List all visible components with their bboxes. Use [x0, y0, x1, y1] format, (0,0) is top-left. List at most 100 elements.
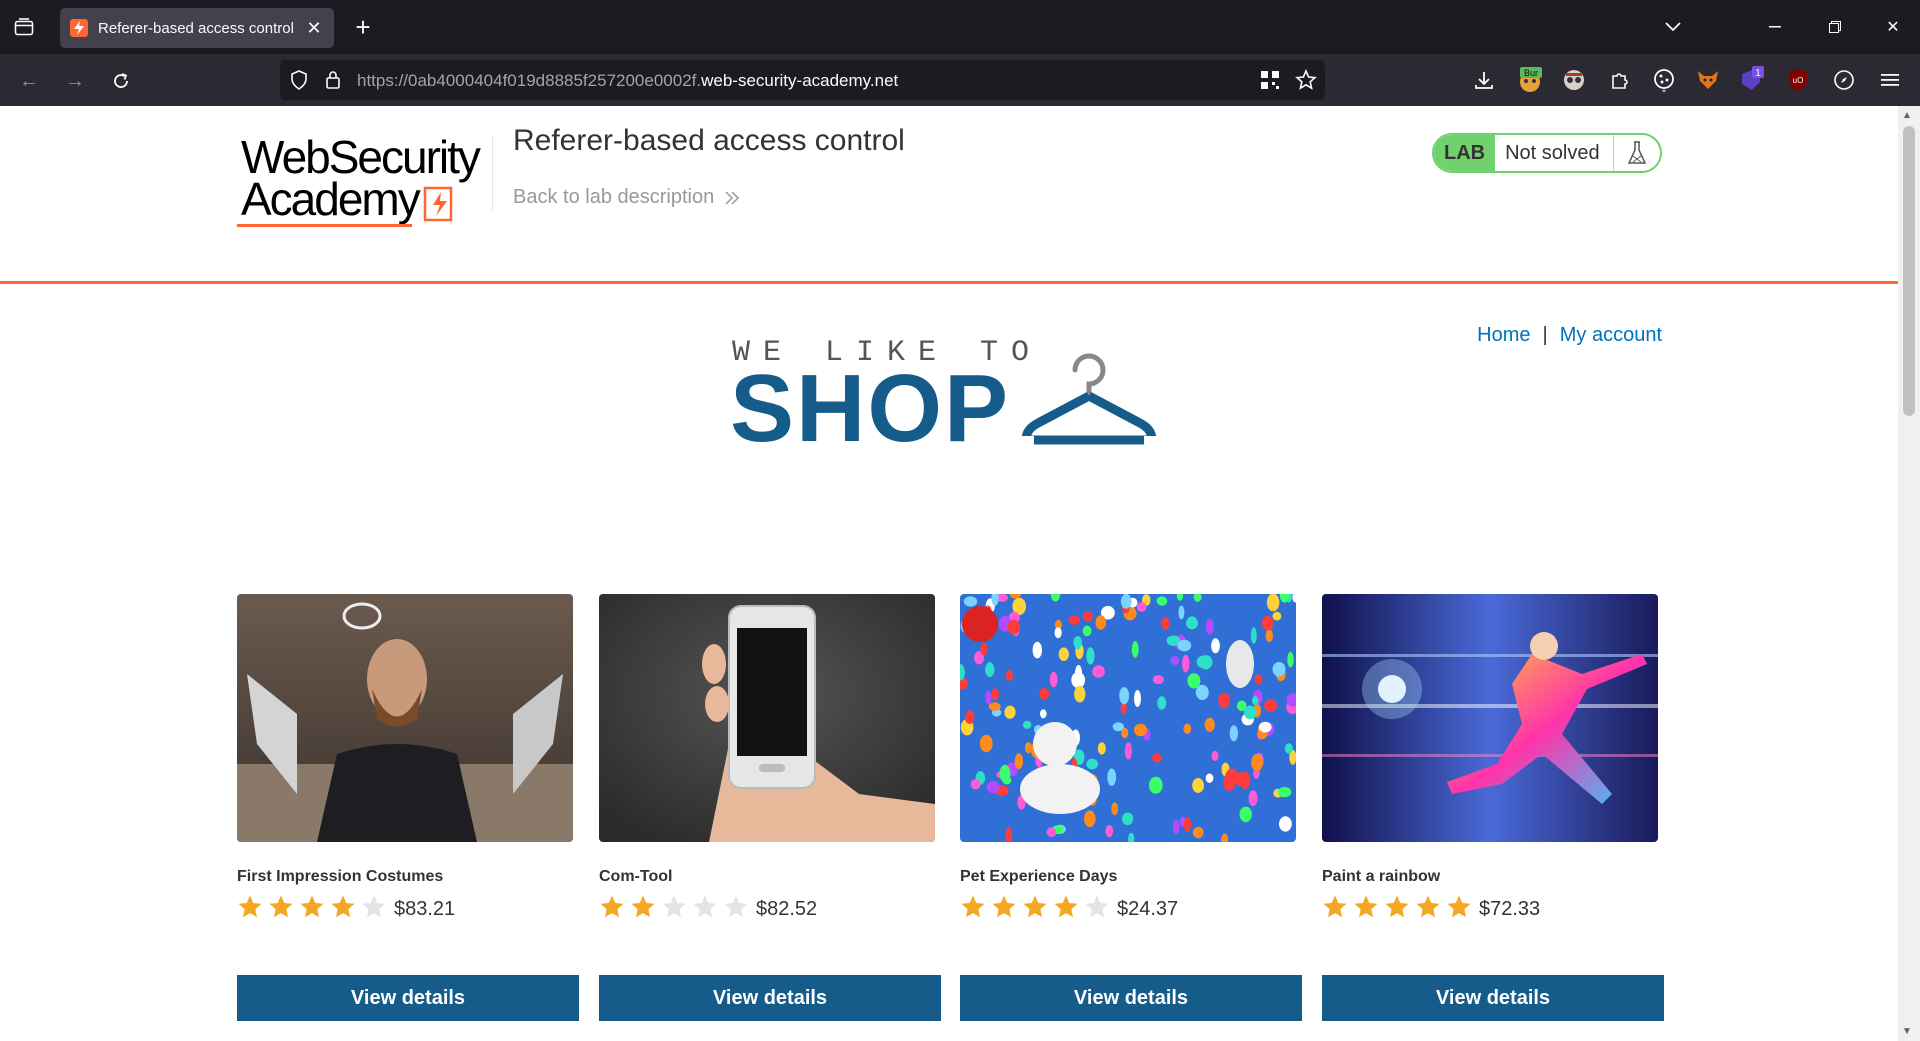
- incognito-extension-icon[interactable]: [1560, 66, 1588, 94]
- lab-status-text: Not solved: [1495, 135, 1614, 171]
- forward-arrow-icon[interactable]: →: [60, 66, 90, 96]
- scroll-up-icon[interactable]: ▲: [1902, 110, 1912, 121]
- star-filled-icon: [1354, 895, 1378, 918]
- star-filled-icon: [1385, 895, 1409, 918]
- product-image-smartphone: [599, 594, 935, 842]
- browser-tab-bar: Referer-based access control ✕ + ✕: [0, 0, 1920, 54]
- menu-hamburger-icon[interactable]: [1876, 66, 1904, 94]
- scroll-thumb[interactable]: [1903, 126, 1915, 416]
- restore-icon[interactable]: [1820, 14, 1850, 40]
- product-price: $72.33: [1479, 898, 1541, 920]
- reload-icon[interactable]: [106, 66, 136, 96]
- url-bar[interactable]: https://0ab4000404f019d8885f257200e0002f…: [280, 60, 1325, 100]
- fox-extension-icon[interactable]: [1694, 66, 1722, 94]
- product-rating: [960, 894, 1110, 920]
- download-icon[interactable]: [1470, 66, 1498, 94]
- star-empty-icon: [1085, 895, 1109, 918]
- shield-extension-icon[interactable]: 1: [1738, 66, 1766, 94]
- close-window-icon[interactable]: ✕: [1878, 14, 1908, 40]
- lab-title: Referer-based access control: [513, 124, 905, 157]
- list-all-tabs-chevron-icon[interactable]: [1658, 14, 1688, 40]
- compass-extension-icon[interactable]: [1830, 66, 1858, 94]
- logo-lightning-icon: [423, 186, 453, 222]
- star-filled-icon: [269, 895, 293, 918]
- lab-status-widget: LAB Not solved: [1432, 133, 1662, 173]
- svg-text:uO: uO: [1793, 76, 1804, 85]
- star-filled-icon: [1323, 895, 1347, 918]
- banner-shop-title: SHOP: [730, 355, 1011, 462]
- logo-line2: Academy: [241, 173, 421, 225]
- lab-badge: LAB: [1434, 135, 1496, 171]
- back-link-label: Back to lab description: [513, 186, 715, 208]
- bookmark-star-icon[interactable]: [1295, 68, 1317, 96]
- cookie-extension-icon[interactable]: [1650, 66, 1678, 94]
- product-grid: First Impression Costumes $83.21 View de…: [237, 594, 1664, 1021]
- home-link[interactable]: Home: [1477, 324, 1530, 347]
- view-details-button[interactable]: View details: [1322, 975, 1664, 1021]
- ublock-extension-icon[interactable]: uO: [1784, 66, 1812, 94]
- star-empty-icon: [693, 895, 717, 918]
- star-filled-icon: [1023, 895, 1047, 918]
- star-filled-icon: [961, 895, 985, 918]
- star-filled-icon: [1416, 895, 1440, 918]
- scroll-down-icon[interactable]: ▼: [1902, 1026, 1912, 1037]
- back-to-description-link[interactable]: Back to lab description: [513, 186, 740, 209]
- star-empty-icon: [362, 895, 386, 918]
- my-account-link[interactable]: My account: [1560, 324, 1662, 347]
- extensions-puzzle-icon[interactable]: [1606, 66, 1634, 94]
- header-divider: [492, 136, 493, 212]
- flask-icon: [1614, 135, 1660, 171]
- product-image-angel-costume: [237, 594, 573, 842]
- page-content: WebSecurity Academy Referer-based access…: [0, 106, 1898, 1041]
- product-price: $83.21: [394, 898, 456, 920]
- star-filled-icon: [238, 895, 262, 918]
- view-details-button[interactable]: View details: [237, 975, 579, 1021]
- portswigger-lightning-icon: [70, 19, 88, 37]
- top-navigation: Home | My account: [1477, 324, 1662, 347]
- lab-header: WebSecurity Academy Referer-based access…: [0, 106, 1898, 284]
- double-chevron-right-icon: [725, 190, 740, 205]
- star-filled-icon: [1054, 895, 1078, 918]
- star-filled-icon: [1447, 895, 1471, 918]
- star-filled-icon: [331, 895, 355, 918]
- product-rating: [1322, 894, 1472, 920]
- view-details-button[interactable]: View details: [960, 975, 1302, 1021]
- tab-close-icon[interactable]: ✕: [304, 18, 324, 39]
- svg-text:Bur: Bur: [1524, 68, 1538, 78]
- minimize-icon[interactable]: [1760, 14, 1790, 40]
- url-text[interactable]: https://0ab4000404f019d8885f257200e0002f…: [357, 71, 898, 91]
- logo-underline: [237, 224, 412, 227]
- page-scrollbar[interactable]: ▲ ▼: [1898, 106, 1920, 1041]
- nav-separator: |: [1542, 324, 1548, 346]
- lock-icon[interactable]: [325, 70, 341, 95]
- product-rating: [237, 894, 387, 920]
- burp-extension-icon[interactable]: Bur: [1516, 66, 1544, 94]
- star-empty-icon: [662, 895, 686, 918]
- shield-tracking-icon[interactable]: [290, 70, 308, 95]
- browser-tab-active[interactable]: Referer-based access control ✕: [60, 8, 334, 48]
- product-price: $82.52: [756, 898, 818, 920]
- product-image-rainbow-runner: [1322, 594, 1658, 842]
- new-tab-icon[interactable]: +: [348, 12, 378, 42]
- product-name: Paint a rainbow: [1322, 868, 1441, 885]
- star-filled-icon: [992, 895, 1016, 918]
- tab-list-icon[interactable]: [10, 14, 38, 40]
- star-filled-icon: [600, 895, 624, 918]
- web-security-academy-logo[interactable]: WebSecurity Academy: [237, 130, 487, 230]
- product-name: Com-Tool: [599, 868, 673, 885]
- shop-banner: WE LIKE TO SHOP: [730, 336, 1170, 462]
- star-empty-icon: [724, 895, 748, 918]
- product-name: First Impression Costumes: [237, 868, 444, 885]
- qr-code-icon[interactable]: [1260, 70, 1280, 95]
- product-price: $24.37: [1117, 898, 1179, 920]
- product-image-balloons-dogs: [960, 594, 1296, 842]
- product-rating: [599, 894, 749, 920]
- star-filled-icon: [631, 895, 655, 918]
- product-name: Pet Experience Days: [960, 868, 1118, 885]
- svg-text:1: 1: [1755, 68, 1761, 79]
- view-details-button[interactable]: View details: [599, 975, 941, 1021]
- hanger-icon: [1020, 353, 1158, 445]
- tab-title: Referer-based access control: [98, 19, 294, 37]
- browser-nav-bar: ← → https://0ab4000404f019d8885f257200e0…: [0, 54, 1920, 106]
- back-arrow-icon[interactable]: ←: [14, 66, 44, 96]
